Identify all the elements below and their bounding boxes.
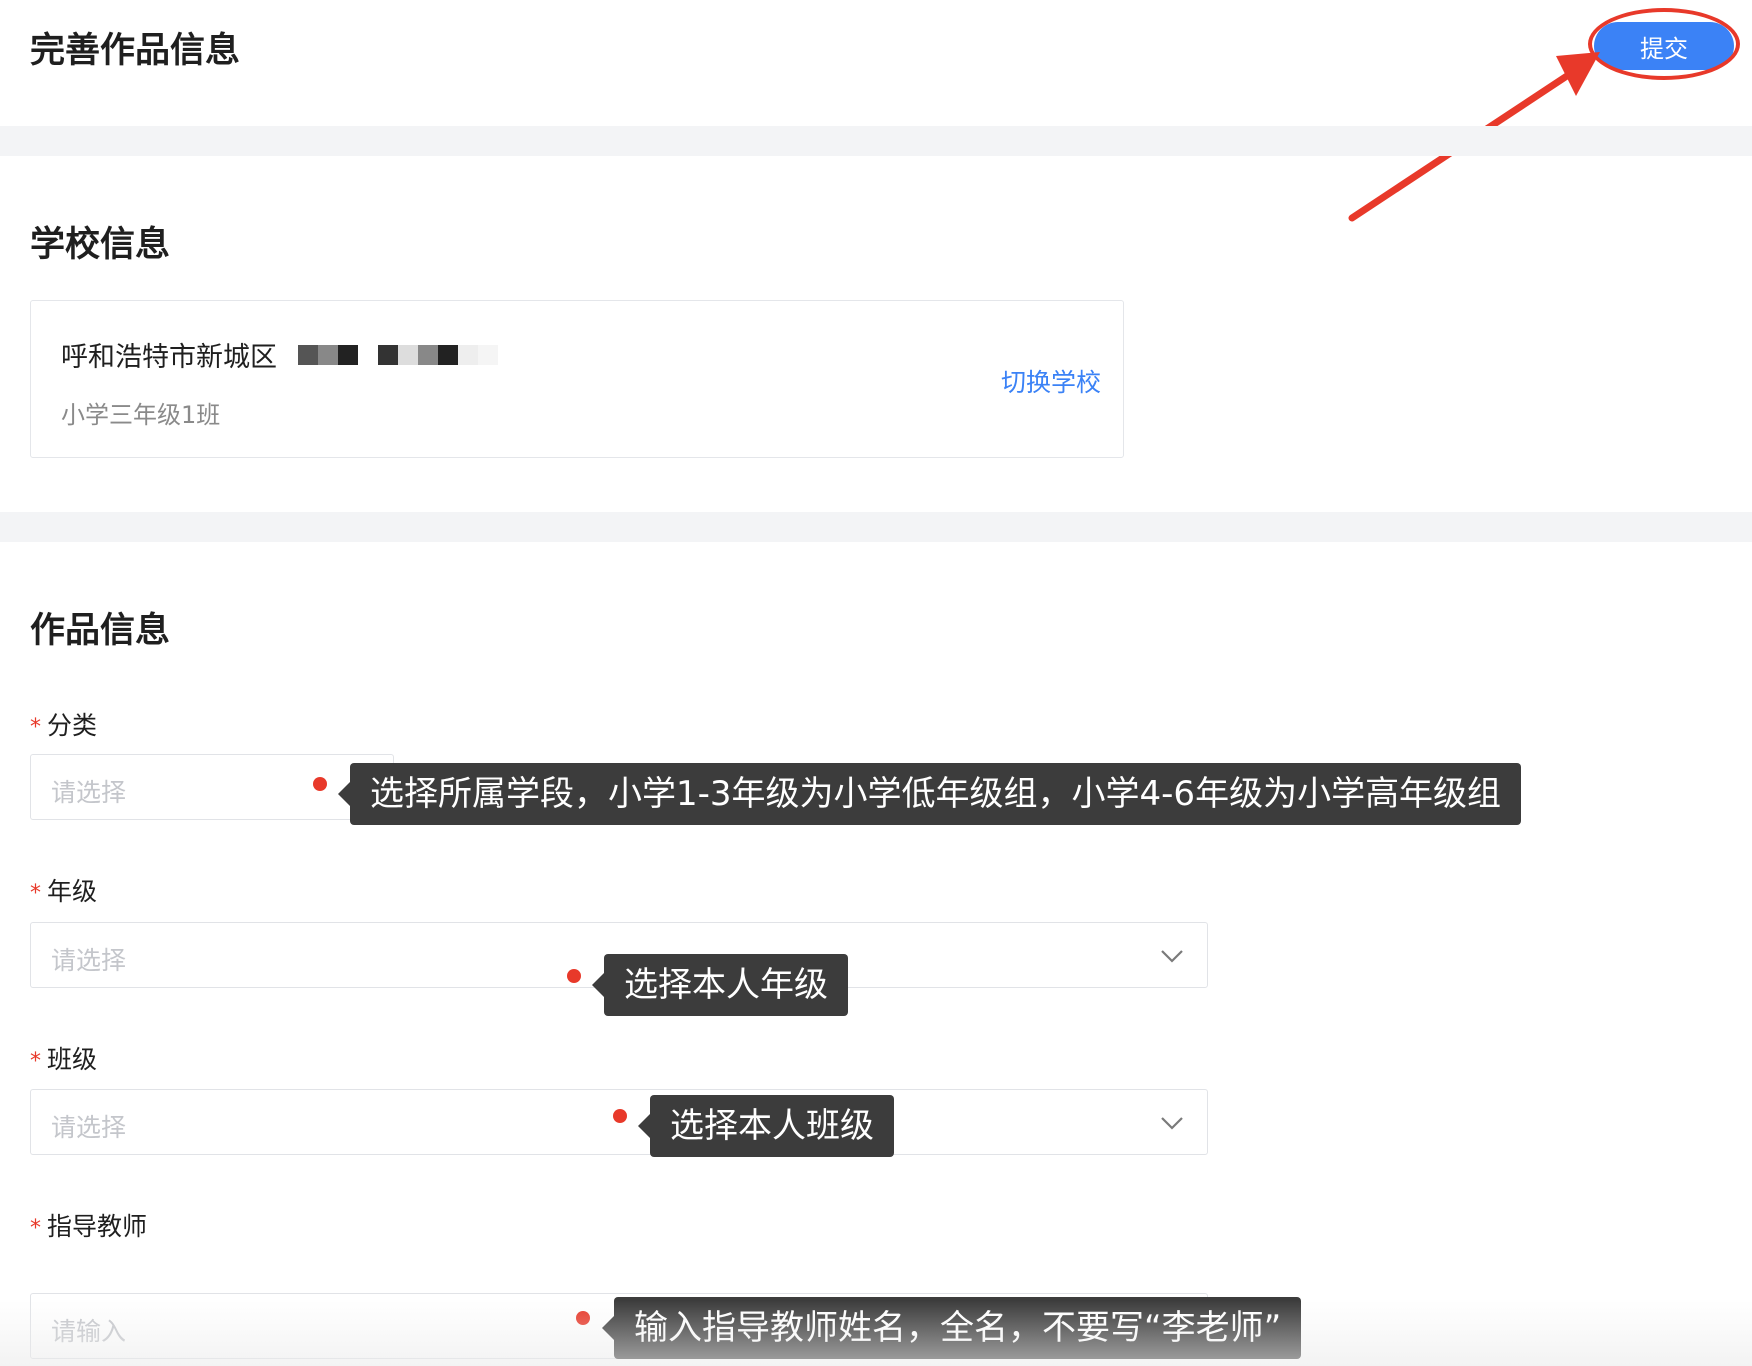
class-placeholder: 请选择 — [51, 1113, 127, 1142]
class-tip: 选择本人班级 — [638, 1095, 894, 1157]
annotation-dot — [567, 969, 581, 983]
teacher-label: * 指导教师 — [30, 1207, 147, 1243]
annotation-dot — [576, 1311, 590, 1325]
teacher-tip: 输入指导教师姓名，全名，不要写“李老师” — [601, 1297, 1302, 1359]
grade-tip: 选择本人年级 — [592, 954, 848, 1016]
category-placeholder: 请选择 — [51, 778, 127, 807]
switch-school-link[interactable]: 切换学校 — [1001, 363, 1101, 399]
required-mark: * — [30, 1049, 41, 1074]
required-mark: * — [30, 715, 41, 740]
chevron-down-icon — [1161, 950, 1183, 963]
teacher-placeholder: 请输入 — [51, 1317, 127, 1346]
school-card: 呼和浩特市新城区 小学三年级1班 切换学校 — [30, 300, 1124, 458]
annotation-dot — [613, 1109, 627, 1123]
redacted-mosaic — [298, 345, 498, 365]
class-label-text: 班级 — [47, 1045, 98, 1074]
teacher-label-text: 指导教师 — [47, 1212, 148, 1241]
required-mark: * — [30, 881, 41, 906]
required-mark: * — [30, 1216, 41, 1241]
submit-button[interactable]: 提交 — [1594, 22, 1734, 70]
annotation-dot — [313, 777, 327, 791]
category-label: * 分类 — [30, 706, 97, 742]
grade-label-text: 年级 — [47, 877, 98, 906]
category-label-text: 分类 — [47, 711, 98, 740]
chevron-down-icon — [1161, 1117, 1183, 1130]
grade-placeholder: 请选择 — [51, 946, 127, 975]
category-tip: 选择所属学段，小学1-3年级为小学低年级组，小学4-6年级为小学高年级组 — [337, 763, 1522, 825]
grade-label: * 年级 — [30, 872, 97, 908]
class-label: * 班级 — [30, 1040, 97, 1076]
school-name: 呼和浩特市新城区 — [61, 342, 277, 373]
school-section-title: 学校信息 — [30, 225, 171, 265]
section-divider — [0, 512, 1752, 542]
school-class: 小学三年级1班 — [61, 401, 221, 429]
work-section-title: 作品信息 — [30, 611, 171, 651]
section-divider — [0, 126, 1752, 156]
page-header: 完善作品信息 提交 — [0, 0, 1752, 126]
page-title: 完善作品信息 — [30, 31, 241, 71]
